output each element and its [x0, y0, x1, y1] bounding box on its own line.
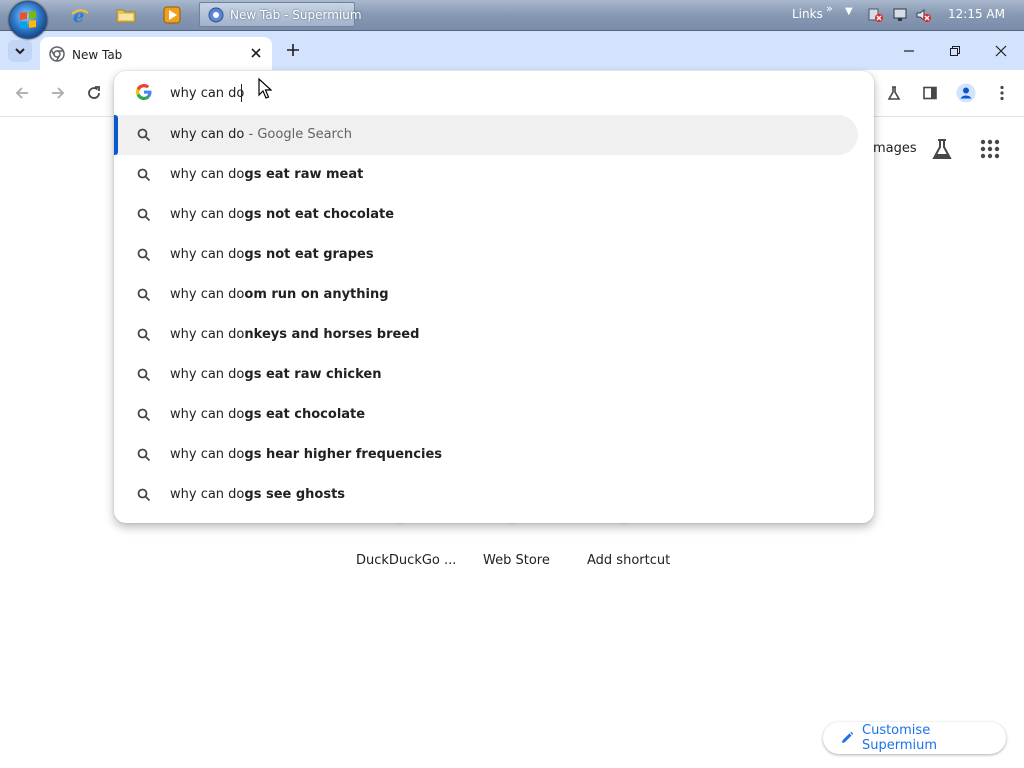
labs-flask-icon[interactable] [930, 137, 954, 165]
pencil-icon [840, 731, 854, 745]
chevron-down-icon[interactable]: ▼ [845, 6, 853, 17]
suggestion-text: why can dogs eat raw chicken [170, 367, 382, 382]
labs-flask-icon[interactable] [883, 82, 905, 104]
suggestion-text: why can dogs eat raw meat [170, 167, 364, 182]
restore-icon[interactable] [932, 31, 978, 70]
folder-icon[interactable] [115, 5, 137, 25]
images-link[interactable]: mages [873, 141, 917, 156]
suggestion-text: why can dogs eat chocolate [170, 407, 366, 422]
suggestion-text: why can dogs hear higher frequencies [170, 447, 442, 462]
supermium-icon [208, 7, 224, 23]
search-icon [136, 367, 152, 383]
shortcut-duckduckgo[interactable]: DuckDuckGo ... [356, 553, 456, 568]
reload-icon[interactable] [83, 82, 105, 104]
browser-tabstrip: New Tab [0, 31, 1024, 70]
search-icon [136, 127, 152, 143]
close-window-icon[interactable] [978, 31, 1024, 70]
add-shortcut-button[interactable]: Add shortcut [587, 553, 670, 568]
links-toolbar-label[interactable]: Links [792, 7, 823, 21]
suggestion-text: why can dogs see ghosts [170, 487, 346, 502]
side-panel-icon[interactable] [919, 82, 941, 104]
google-g-icon [136, 84, 152, 104]
network-error-icon[interactable] [868, 7, 884, 23]
suggestion-item[interactable]: why can do - Google Search [114, 115, 858, 155]
search-icon [136, 447, 152, 463]
search-icon [136, 207, 152, 223]
omnibox-input[interactable]: why can do [114, 71, 874, 115]
suggestion-list: why can do - Google Search why can dogs … [114, 115, 874, 515]
suggestion-item[interactable]: why can dogs not eat grapes [114, 235, 874, 275]
kebab-menu-icon[interactable] [991, 82, 1013, 104]
search-icon [136, 487, 152, 503]
suggestion-item[interactable]: why can dogs eat chocolate [114, 395, 874, 435]
minimize-icon[interactable] [886, 31, 932, 70]
tab-new-tab[interactable]: New Tab [40, 37, 272, 70]
chrome-favicon-icon [49, 46, 65, 66]
windows-start-orb-icon[interactable] [9, 1, 47, 39]
search-icon [136, 247, 152, 263]
suggestion-item[interactable]: why can dogs eat raw chicken [114, 355, 874, 395]
suggestion-item[interactable]: why can doom run on anything [114, 275, 874, 315]
search-icon [136, 327, 152, 343]
back-icon[interactable] [11, 82, 33, 104]
apps-grid-icon[interactable] [980, 139, 1000, 163]
windows-taskbar: e New Tab - Supermium Links » ▼ 12:15 AM [0, 0, 1024, 39]
media-player-icon[interactable] [161, 5, 183, 25]
text-caret [241, 84, 242, 102]
shortcut-web-store[interactable]: Web Store [483, 553, 550, 568]
tab-title: New Tab [72, 48, 123, 62]
suggestion-text: why can do - Google Search [170, 127, 352, 142]
profile-avatar-icon[interactable] [955, 82, 977, 104]
suggestion-text: why can dogs not eat grapes [170, 247, 374, 262]
search-icon [136, 407, 152, 423]
volume-muted-icon[interactable] [915, 7, 931, 23]
monitor-icon[interactable] [892, 7, 908, 23]
suggestion-text: why can doom run on anything [170, 287, 389, 302]
suggestion-item[interactable]: why can dogs see ghosts [114, 475, 874, 515]
tab-search-button[interactable] [8, 40, 32, 62]
system-clock[interactable]: 12:15 AM [948, 7, 1005, 21]
suggestion-item[interactable]: why can donkeys and horses breed [114, 315, 874, 355]
svg-text:e: e [73, 6, 84, 25]
search-icon [136, 167, 152, 183]
omnibox-dropdown: why can do why can do - Google Search wh… [114, 71, 874, 523]
mouse-pointer-icon [258, 77, 273, 104]
customise-button[interactable]: Customise Supermium [823, 722, 1006, 754]
taskbar-window-button[interactable]: New Tab - Supermium [199, 2, 362, 27]
chevron-right-double-icon[interactable]: » [826, 2, 833, 15]
close-tab-icon[interactable] [246, 43, 266, 63]
new-tab-plus-icon[interactable] [282, 39, 304, 61]
search-icon [136, 287, 152, 303]
omnibox-input-text: why can do [170, 86, 245, 101]
customise-label: Customise Supermium [862, 723, 938, 753]
suggestion-item[interactable]: why can dogs hear higher frequencies [114, 435, 874, 475]
internet-explorer-icon[interactable]: e [69, 5, 91, 25]
suggestion-item[interactable]: why can dogs eat raw meat [114, 155, 874, 195]
forward-icon[interactable] [47, 82, 69, 104]
taskbar-window-label: New Tab - Supermium [230, 7, 362, 22]
suggestion-text: why can dogs not eat chocolate [170, 207, 395, 222]
suggestion-item[interactable]: why can dogs not eat chocolate [114, 195, 874, 235]
chevron-down-icon [15, 48, 25, 55]
suggestion-text: why can donkeys and horses breed [170, 327, 420, 342]
